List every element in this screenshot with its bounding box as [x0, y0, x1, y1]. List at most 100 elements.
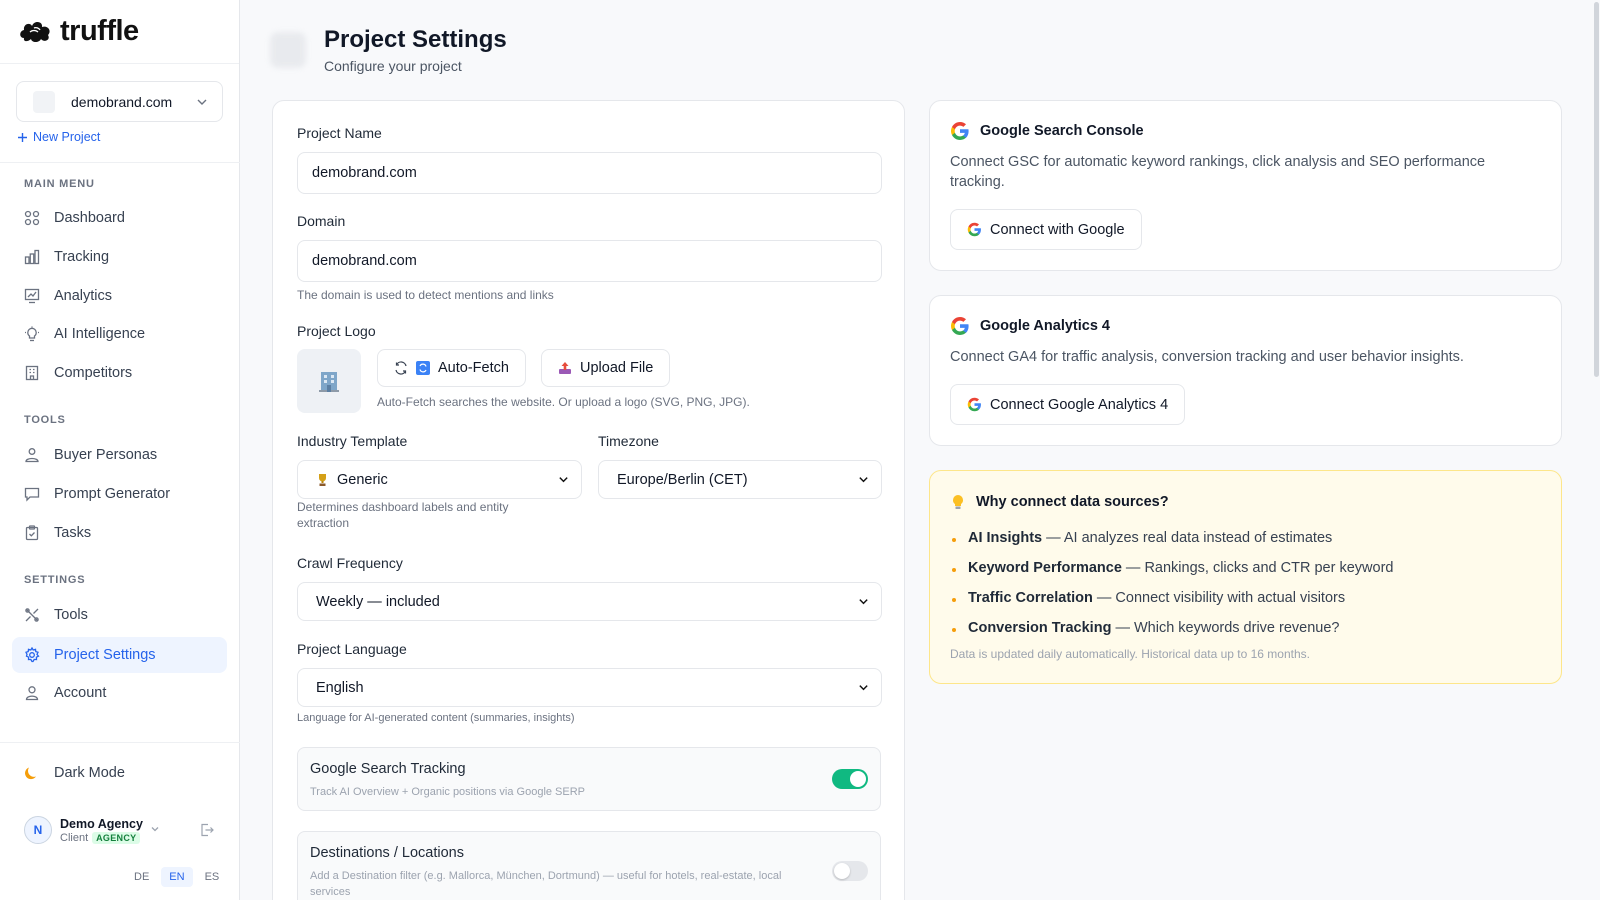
ga4-card: Google Analytics 4 Connect GA4 for traff…	[929, 295, 1562, 446]
sidebar-item-tasks[interactable]: Tasks	[12, 515, 227, 551]
industry-value: Generic	[337, 471, 388, 488]
brand-logo[interactable]: truffle	[0, 0, 239, 64]
logout-icon[interactable]	[200, 823, 214, 837]
auto-fetch-label: Auto-Fetch	[438, 360, 509, 376]
sidebar-item-label: Tasks	[54, 525, 92, 541]
list-item: Conversion Tracking — Which keywords driv…	[952, 613, 1393, 643]
google-icon	[967, 397, 981, 412]
list-item: Keyword Performance — Rankings, clicks an…	[952, 553, 1393, 583]
chevron-down-icon	[559, 477, 568, 483]
project-selector[interactable]: demobrand.com	[16, 81, 223, 122]
sidebar-item-project-settings[interactable]: Project Settings	[12, 637, 227, 673]
toggle-knob	[834, 863, 850, 879]
sidebar-item-tools[interactable]: Tools	[12, 597, 227, 633]
scrollbar-thumb[interactable]	[1594, 2, 1599, 377]
chevron-down-icon	[859, 477, 868, 483]
crawl-frequency-select[interactable]: Weekly — included	[297, 582, 882, 621]
project-language-value: English	[316, 679, 364, 696]
connect-ga4-button[interactable]: Connect Google Analytics 4	[950, 384, 1186, 425]
gsc-card: Google Search Console Connect GSC for au…	[929, 100, 1562, 271]
sidebar-item-dashboard[interactable]: Dashboard	[12, 200, 227, 236]
sidebar-item-label: Prompt Generator	[54, 486, 171, 502]
upload-icon	[559, 362, 571, 374]
line-chart-icon	[24, 288, 40, 304]
sidebar-item-label: Project Settings	[54, 647, 156, 663]
logo-preview	[297, 349, 361, 413]
logo-hint: Auto-Fetch searches the website. Or uplo…	[377, 395, 750, 409]
lightbulb-icon	[953, 494, 963, 509]
project-language-label: Project Language	[297, 641, 407, 657]
timezone-label: Timezone	[598, 433, 659, 449]
dark-mode-toggle[interactable]: Dark Mode	[24, 765, 125, 781]
sidebar-divider	[0, 162, 240, 163]
destinations-toggle[interactable]	[832, 861, 868, 881]
chevron-down-icon	[859, 599, 868, 605]
google-search-tracking-toggle[interactable]	[832, 769, 868, 789]
list-item: Traffic Correlation — Connect visibility …	[952, 583, 1393, 613]
sidebar-item-tracking[interactable]: Tracking	[12, 239, 227, 275]
page-icon	[270, 32, 306, 68]
user-menu[interactable]: N Demo Agency Client AGENCY	[24, 816, 224, 844]
sync-icon	[416, 361, 430, 375]
project-selector-label: demobrand.com	[71, 93, 173, 110]
google-search-tracking-desc: Track AI Overview + Organic positions vi…	[310, 786, 586, 798]
user-role-label: Client	[60, 831, 89, 844]
ga4-description: Connect GA4 for traffic analysis, conver…	[950, 349, 1464, 365]
section-label-main: MAIN MENU	[24, 178, 95, 190]
trophy-icon	[319, 473, 326, 486]
lang-en[interactable]: EN	[161, 867, 193, 887]
lang-de[interactable]: DE	[126, 867, 157, 887]
dark-mode-label: Dark Mode	[54, 765, 125, 781]
gsc-description: Connect GSC for automatic keyword rankin…	[950, 154, 1486, 190]
bar-chart-icon	[24, 249, 40, 265]
user-role: Client AGENCY	[60, 831, 143, 844]
project-language-select[interactable]: English	[297, 668, 882, 707]
gsc-header: Google Search Console	[950, 121, 1144, 141]
gear-icon	[25, 647, 40, 663]
industry-hint: Determines dashboard labels and entity e…	[297, 500, 509, 530]
sidebar-item-prompt-generator[interactable]: Prompt Generator	[12, 476, 227, 512]
building-icon	[25, 365, 39, 381]
google-search-tracking-title: Google Search Tracking	[310, 761, 466, 777]
project-settings-form: Project Name demobrand.com Domain demobr…	[272, 100, 905, 900]
users-icon	[25, 448, 39, 463]
google-icon	[967, 222, 981, 237]
project-name-value: demobrand.com	[312, 165, 417, 181]
plus-icon	[18, 132, 27, 142]
project-name-label: Project Name	[297, 125, 382, 141]
auto-fetch-button[interactable]: Auto-Fetch	[377, 349, 526, 387]
sidebar-item-label: Tracking	[54, 249, 110, 265]
user-name: Demo Agency	[60, 816, 143, 831]
project-name-input[interactable]: demobrand.com	[297, 152, 882, 194]
sidebar-item-label: Tools	[54, 607, 88, 623]
lightbulb-icon	[25, 326, 39, 342]
sidebar-item-buyer-personas[interactable]: Buyer Personas	[12, 437, 227, 473]
list-item-text: — Rankings, clicks and CTR per keyword	[1125, 560, 1394, 576]
upload-file-button[interactable]: Upload File	[541, 349, 671, 387]
timezone-select[interactable]: Europe/Berlin (CET)	[598, 460, 882, 499]
new-project-label: New Project	[33, 130, 101, 144]
connect-ga4-label: Connect Google Analytics 4	[990, 396, 1169, 413]
page-title: Project Settings	[324, 26, 507, 53]
list-item-bold: AI Insights	[968, 530, 1043, 546]
industry-select[interactable]: Generic	[297, 460, 582, 499]
chevron-down-icon[interactable]	[150, 824, 160, 834]
sidebar-item-analytics[interactable]: Analytics	[12, 278, 227, 314]
page-scrollbar[interactable]	[1592, 0, 1600, 380]
bullet-dot	[952, 628, 956, 632]
chevron-down-icon	[197, 99, 207, 105]
sidebar-item-ai-intelligence[interactable]: AI Intelligence	[12, 316, 227, 352]
sidebar-item-account[interactable]: Account	[12, 675, 227, 711]
domain-hint: The domain is used to detect mentions an…	[297, 288, 554, 302]
ga4-header: Google Analytics 4	[950, 316, 1110, 336]
new-project-link[interactable]: New Project	[17, 130, 100, 144]
building-icon	[319, 372, 339, 392]
connect-google-button[interactable]: Connect with Google	[950, 209, 1142, 250]
project-language-hint: Language for AI-generated content (summa…	[297, 712, 575, 724]
sidebar-item-competitors[interactable]: Competitors	[12, 355, 227, 391]
user-icon	[25, 686, 39, 701]
domain-input[interactable]: demobrand.com	[297, 240, 882, 282]
lang-es[interactable]: ES	[197, 867, 228, 887]
truffle-logo-icon	[20, 21, 50, 42]
brand-name: truffle	[60, 15, 139, 47]
